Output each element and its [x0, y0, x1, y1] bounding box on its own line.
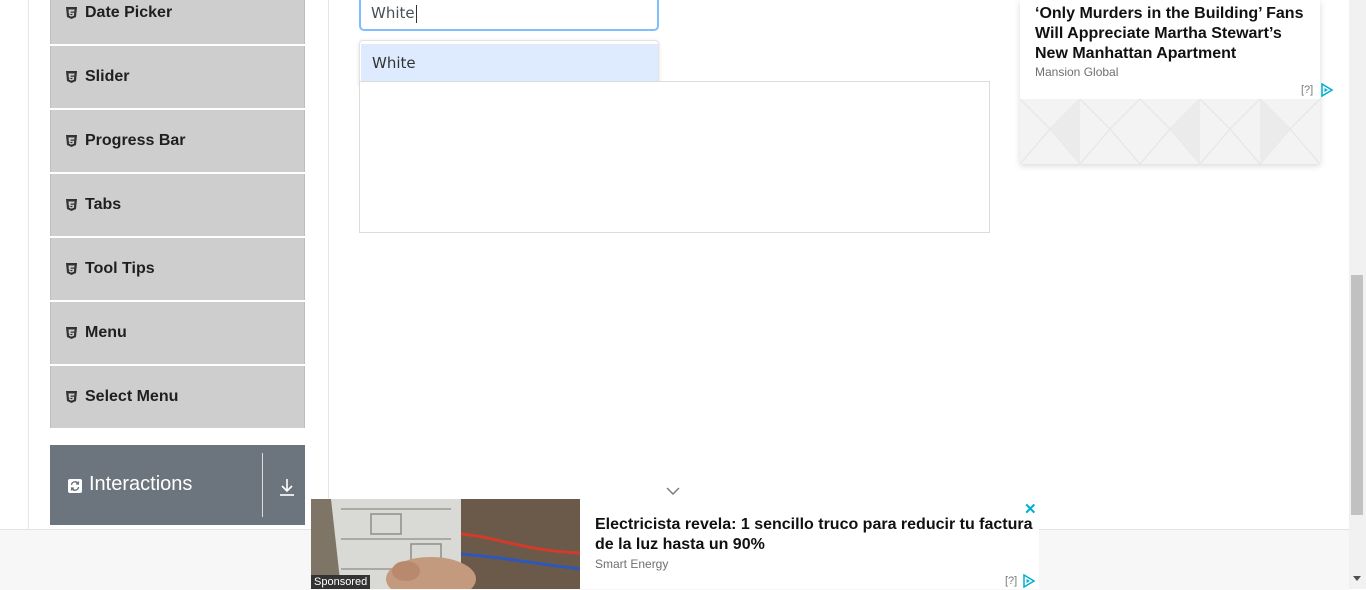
chevron-down-icon[interactable] [665, 485, 681, 497]
sponsored-badge: Sponsored [311, 575, 371, 589]
text-caret [415, 4, 417, 23]
ad-right[interactable]: ‘Only Murders in the Building’ Fans Will… [1020, 0, 1334, 164]
ad-bottom-banner[interactable]: Sponsored Electricista revela: 1 sencill… [311, 499, 1039, 589]
html5-icon [66, 135, 77, 147]
sidebar-item-date-picker[interactable]: Date Picker [50, 0, 305, 44]
autocomplete-input[interactable]: White [359, 0, 659, 31]
sidebar-group-label: Interactions [89, 473, 193, 495]
autocomplete-input-value: White [371, 4, 415, 22]
sidebar-item-label: Date Picker [85, 4, 173, 21]
sidebar-item-progress-bar[interactable]: Progress Bar [50, 110, 305, 172]
adchoices-icon[interactable] [1022, 574, 1036, 588]
interactions-icon [68, 479, 82, 493]
html5-icon [66, 199, 77, 211]
adchoices-icon[interactable] [1320, 83, 1334, 97]
sidebar-item-tool-tips[interactable]: Tool Tips [50, 238, 305, 300]
sidebar-item-label: Menu [85, 324, 127, 341]
content-divider [328, 0, 329, 530]
left-divider [28, 0, 29, 530]
sidebar-item-label: Progress Bar [85, 132, 186, 149]
html5-icon [66, 263, 77, 275]
ad-close-button[interactable]: ✕ [1024, 500, 1037, 518]
ad-pattern [1020, 99, 1320, 164]
download-arrow-icon[interactable] [277, 477, 297, 497]
sidebar-item-label: Tool Tips [85, 260, 155, 277]
vertical-scrollbar[interactable] [1349, 0, 1366, 589]
ad-info-link[interactable]: [?] [1005, 575, 1017, 587]
sidebar-item-tabs[interactable]: Tabs [50, 174, 305, 236]
html5-icon [66, 391, 77, 403]
ad-headline[interactable]: ‘Only Murders in the Building’ Fans Will… [1035, 4, 1315, 64]
group-divider [262, 453, 263, 517]
html5-icon [66, 327, 77, 339]
autocomplete-suggestion-menu: White [359, 40, 659, 87]
sidebar-item-menu[interactable]: Menu [50, 302, 305, 364]
html5-icon [66, 71, 77, 83]
sidebar-item-select-menu[interactable]: Select Menu [50, 366, 305, 428]
html5-icon [66, 7, 77, 19]
sidebar-item-label: Slider [85, 68, 130, 85]
sidebar-group-interactions[interactable]: Interactions [50, 445, 305, 525]
scroll-down-arrow-icon[interactable] [1353, 576, 1361, 581]
sidebar-item-label: Select Menu [85, 388, 179, 405]
sidebar-item-label: Tabs [85, 196, 122, 213]
ad-headline[interactable]: Electricista revela: 1 sencillo truco pa… [595, 515, 1035, 555]
scrollbar-thumb[interactable] [1351, 275, 1363, 515]
sidebar-item-slider[interactable]: Slider [50, 46, 305, 108]
multiple-autocomplete-input[interactable] [359, 81, 990, 233]
autocomplete-suggestion[interactable]: White [361, 44, 658, 83]
ad-info-link[interactable]: [?] [1301, 84, 1313, 96]
ad-source: Smart Energy [595, 557, 669, 571]
ad-source: Mansion Global [1035, 65, 1119, 79]
